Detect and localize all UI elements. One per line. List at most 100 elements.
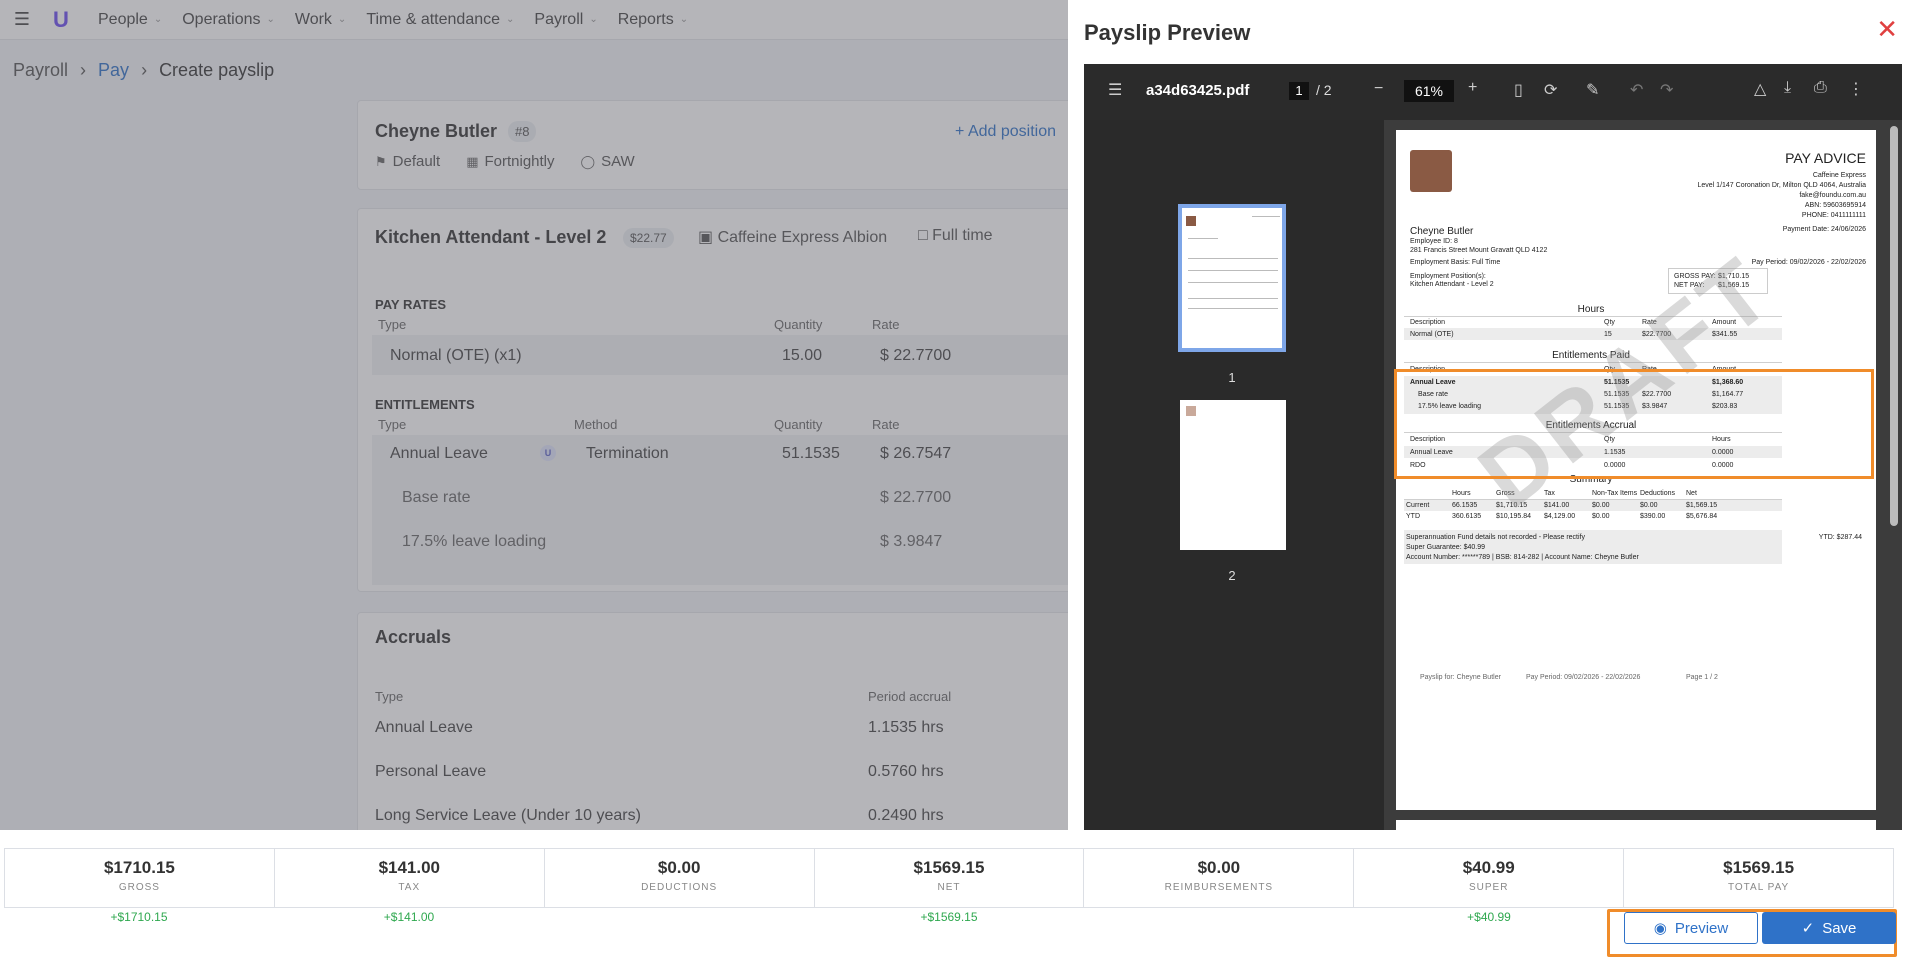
add-drive-icon[interactable]: △ bbox=[1754, 79, 1766, 99]
zoom-out-icon[interactable]: − bbox=[1374, 80, 1383, 98]
undo-icon[interactable]: ↶ bbox=[1630, 80, 1643, 100]
close-icon[interactable]: ✕ bbox=[1876, 14, 1898, 45]
sum-col: Net bbox=[1686, 490, 1697, 497]
total-label: TOTAL PAY bbox=[1727, 882, 1790, 893]
super-ytd: YTD: $287.44 bbox=[1818, 534, 1862, 541]
sum-cell: $4,129.00 bbox=[1544, 513, 1576, 520]
preview-button[interactable]: ◉ Preview bbox=[1624, 912, 1758, 944]
employment-basis: Employment Basis: Full Time bbox=[1410, 259, 1501, 266]
preview-label: Preview bbox=[1674, 919, 1729, 937]
pdf-page-2 bbox=[1396, 820, 1876, 830]
sum-cell: $0.00 bbox=[1592, 502, 1610, 509]
eye-icon: ◉ bbox=[1653, 920, 1667, 937]
total-net: $1569.15 NET bbox=[815, 849, 1085, 907]
sidebar-toggle-icon[interactable]: ☰ bbox=[1108, 80, 1122, 100]
download-icon[interactable]: ⤓ bbox=[1784, 79, 1791, 97]
sum-col: Non-Tax Items bbox=[1592, 490, 1638, 497]
save-button[interactable]: ✓ Save bbox=[1762, 912, 1896, 944]
thumbnail-panel: 1 2 bbox=[1084, 120, 1384, 830]
sum-cell: 66.1535 bbox=[1452, 502, 1478, 509]
rotate-icon[interactable]: ⟳ bbox=[1544, 80, 1557, 100]
page-thumbnail-2[interactable] bbox=[1180, 400, 1286, 550]
company-logo bbox=[1410, 150, 1452, 192]
company-email: fake@foundu.com.au bbox=[1799, 192, 1866, 199]
total-label: DEDUCTIONS bbox=[641, 882, 718, 893]
zoom-level[interactable]: 61% bbox=[1404, 80, 1454, 102]
thumb-line bbox=[1188, 238, 1218, 239]
save-label: Save bbox=[1822, 919, 1857, 937]
thumb-line bbox=[1188, 258, 1278, 259]
thumbnail-label-1: 1 bbox=[1228, 370, 1236, 385]
annotate-icon[interactable]: ✎ bbox=[1586, 80, 1599, 100]
total-label: SUPER bbox=[1469, 882, 1509, 893]
print-icon[interactable]: ⎙ bbox=[1814, 79, 1827, 97]
company-phone: PHONE: 0411111111 bbox=[1801, 212, 1866, 219]
total-label: TAX bbox=[398, 882, 421, 893]
thumb-line bbox=[1188, 282, 1278, 283]
page-thumbnail-1[interactable] bbox=[1178, 204, 1286, 352]
check-icon: ✓ bbox=[1801, 920, 1815, 937]
total-label: REIMBURSEMENTS bbox=[1164, 882, 1274, 893]
total-total-pay: $1569.15 TOTAL PAY bbox=[1624, 849, 1893, 907]
total-tax: $141.00 TAX bbox=[275, 849, 545, 907]
total-super: $40.99 SUPER bbox=[1354, 849, 1625, 907]
account-details: Account Number: ******789 | BSB: 814-282… bbox=[1406, 554, 1639, 561]
delta-gross: +$1710.15 bbox=[110, 910, 168, 924]
footer-left: Payslip for: Cheyne Butler bbox=[1420, 674, 1501, 681]
hours-col: Description bbox=[1410, 319, 1446, 326]
totals-row: $1710.15 GROSS $141.00 TAX $0.00 DEDUCTIONS… bbox=[4, 848, 1894, 908]
delta-super: +$40.99 bbox=[1467, 910, 1511, 924]
page-number-input[interactable]: 1 bbox=[1289, 82, 1309, 100]
company-name: Caffeine Express bbox=[1812, 172, 1866, 179]
sum-cell: $390.00 bbox=[1640, 513, 1666, 520]
modal-title: Payslip Preview bbox=[1084, 20, 1251, 45]
footer-mid: Pay Period: 09/02/2026 - 22/02/2026 bbox=[1526, 674, 1641, 681]
more-options-icon[interactable]: ⋮ bbox=[1848, 79, 1864, 99]
delta-net: +$1569.15 bbox=[920, 910, 978, 924]
thumb-logo bbox=[1186, 406, 1196, 416]
thumb-line bbox=[1188, 308, 1278, 309]
total-value: $0.00 bbox=[657, 858, 701, 877]
entitlements-paid-highlight bbox=[1394, 369, 1874, 479]
pay-period: Pay Period: 09/02/2026 - 22/02/2026 bbox=[1751, 259, 1866, 266]
positions-label: Employment Position(s): bbox=[1410, 273, 1486, 280]
total-value: $1569.15 bbox=[1723, 858, 1795, 877]
delta-tax: +$141.00 bbox=[383, 910, 435, 924]
total-value: $1569.15 bbox=[913, 858, 985, 877]
thumb-line bbox=[1252, 216, 1280, 217]
payment-date: Payment Date: 24/06/2026 bbox=[1782, 226, 1866, 233]
positions-value: Kitchen Attendant - Level 2 bbox=[1410, 281, 1494, 288]
company-address: Level 1/147 Coronation Dr, Milton QLD 40… bbox=[1697, 182, 1867, 189]
total-label: GROSS bbox=[118, 882, 160, 893]
super-note: Superannuation Fund details not recorded… bbox=[1406, 534, 1585, 541]
total-gross: $1710.15 GROSS bbox=[5, 849, 275, 907]
sum-cell: 360.6135 bbox=[1452, 513, 1482, 520]
employee-address: 281 Francis Street Mount Gravatt QLD 412… bbox=[1410, 247, 1548, 254]
sum-cell: Current bbox=[1406, 502, 1430, 509]
delta-reimbursements bbox=[1084, 910, 1354, 924]
pdf-toolbar: ☰ a34d63425.pdf 1 / 2 − 61% + ▯ ⟳ ✎ ↶ ↷ … bbox=[1084, 64, 1902, 120]
thumb-line bbox=[1188, 270, 1278, 271]
scrollbar[interactable] bbox=[1890, 126, 1898, 526]
sum-col: Hours bbox=[1452, 490, 1471, 497]
modal-backdrop[interactable] bbox=[0, 0, 1068, 830]
pdf-filename: a34d63425.pdf bbox=[1146, 82, 1250, 99]
fit-page-icon[interactable]: ▯ bbox=[1514, 80, 1523, 100]
footer-right: Page 1 / 2 bbox=[1686, 674, 1718, 681]
total-deductions: $0.00 DEDUCTIONS bbox=[545, 849, 815, 907]
total-value: $141.00 bbox=[378, 858, 441, 877]
sum-cell: YTD bbox=[1406, 513, 1420, 520]
thumb-line bbox=[1188, 298, 1278, 299]
total-value: $1710.15 bbox=[103, 858, 175, 877]
super-guarantee: Super Guarantee: $40.99 bbox=[1406, 544, 1486, 551]
total-value: $40.99 bbox=[1462, 858, 1515, 877]
sum-cell: $1,569.15 bbox=[1686, 502, 1718, 509]
sum-col: Deductions bbox=[1640, 490, 1676, 497]
total-value: $0.00 bbox=[1197, 858, 1241, 877]
hours-cell: Normal (OTE) bbox=[1410, 331, 1454, 338]
page-count-value: 2 bbox=[1323, 82, 1332, 98]
employee-id: Employee ID: 8 bbox=[1410, 238, 1458, 245]
redo-icon[interactable]: ↷ bbox=[1660, 80, 1673, 100]
total-label: NET bbox=[937, 882, 961, 893]
zoom-in-icon[interactable]: + bbox=[1468, 79, 1477, 97]
